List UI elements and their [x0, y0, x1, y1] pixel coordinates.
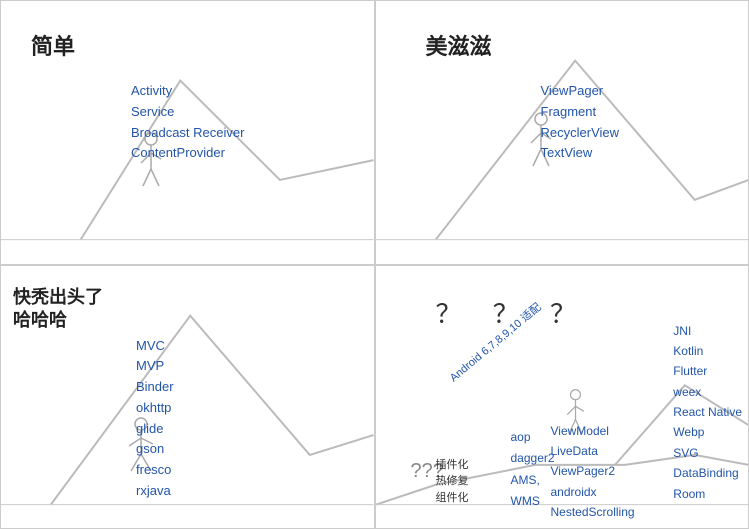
q1-tech-item: Broadcast Receiver [131, 123, 244, 144]
q1-tech-list: Activity Service Broadcast Receiver Cont… [131, 81, 244, 164]
q4-tech-list-bottom: aop dagger2 AMS, WMS [511, 427, 555, 513]
q3-tech-list: MVC MVP Binder okhttp glide gson fresco … [136, 336, 174, 502]
q3-tech-item: fresco [136, 460, 174, 481]
q3-mountain [1, 266, 374, 529]
q3-tech-item: MVC [136, 336, 174, 357]
q3-tech-item: glide [136, 419, 174, 440]
q4-tech-item: SVG [673, 443, 742, 463]
q4-tech-item: Webp [673, 422, 742, 442]
q2-tech-item: ViewPager [541, 81, 620, 102]
q3-tech-item: gson [136, 439, 174, 460]
q4-tech-item: AMS, [511, 470, 555, 492]
q4-tech-item: aop [511, 427, 555, 449]
q4-tech-item: Kotlin [673, 341, 742, 361]
q2-tech-list: ViewPager Fragment RecyclerView TextView [541, 81, 620, 164]
q4-tech-item: apt [551, 522, 635, 529]
label-hotfix: 热修复 [436, 473, 469, 490]
q1-tech-item: Activity [131, 81, 244, 102]
q4-tech-item: weex [673, 382, 742, 402]
q4-tech-item: ViewPager2 [551, 461, 635, 481]
label-plugin: 插件化 [436, 457, 469, 474]
q2-tech-item: TextView [541, 143, 620, 164]
q1-tech-item: ContentProvider [131, 143, 244, 164]
quadrant-bald: 快秃出头了哈哈哈 MVC MVP Binder okhttp glide gso… [0, 265, 375, 529]
q4-tech-list-right: JNI Kotlin Flutter weex React Native Web… [673, 321, 742, 505]
q3-tech-item: okhttp [136, 398, 174, 419]
q2-tech-item: Fragment [541, 102, 620, 123]
q2-tech-item: RecyclerView [541, 123, 620, 144]
quadrant-meizizi: 美滋滋 ViewPager Fragment RecyclerView Text… [375, 0, 749, 265]
q4-bottom-labels: 插件化 热修复 组件化 [436, 457, 469, 507]
label-component: 组件化 [436, 490, 469, 507]
q1-tech-item: Service [131, 102, 244, 123]
q4-tech-list-mid: ViewModel LiveData ViewPager2 androidx N… [551, 421, 635, 529]
q3-tech-item: Binder [136, 377, 174, 398]
q4-tech-item: dagger2 [511, 448, 555, 470]
q4-tech-item: Room [673, 484, 742, 504]
q4-tech-item: DataBinding [673, 463, 742, 483]
q3-tech-item: MVP [136, 356, 174, 377]
q4-tech-item: JNI [673, 321, 742, 341]
q4-tech-item: WMS [511, 491, 555, 513]
quadrant-simple: 简单 Activity Service Broadcast Receiver C… [0, 0, 375, 265]
q4-tech-item: androidx [551, 482, 635, 502]
q3-tech-item: rxjava [136, 481, 174, 502]
main-grid: 简单 Activity Service Broadcast Receiver C… [0, 0, 749, 529]
q4-tech-item: React Native [673, 402, 742, 422]
quadrant-advanced: ？ ？ ？ Android 6,7,8,9,10 适配 ??? 插件化 热修复 … [375, 265, 749, 529]
q4-tech-item: LiveData [551, 441, 635, 461]
q4-tech-item: NestedScrolling [551, 502, 635, 522]
q4-tech-item: Flutter [673, 361, 742, 381]
q4-tech-item: ViewModel [551, 421, 635, 441]
